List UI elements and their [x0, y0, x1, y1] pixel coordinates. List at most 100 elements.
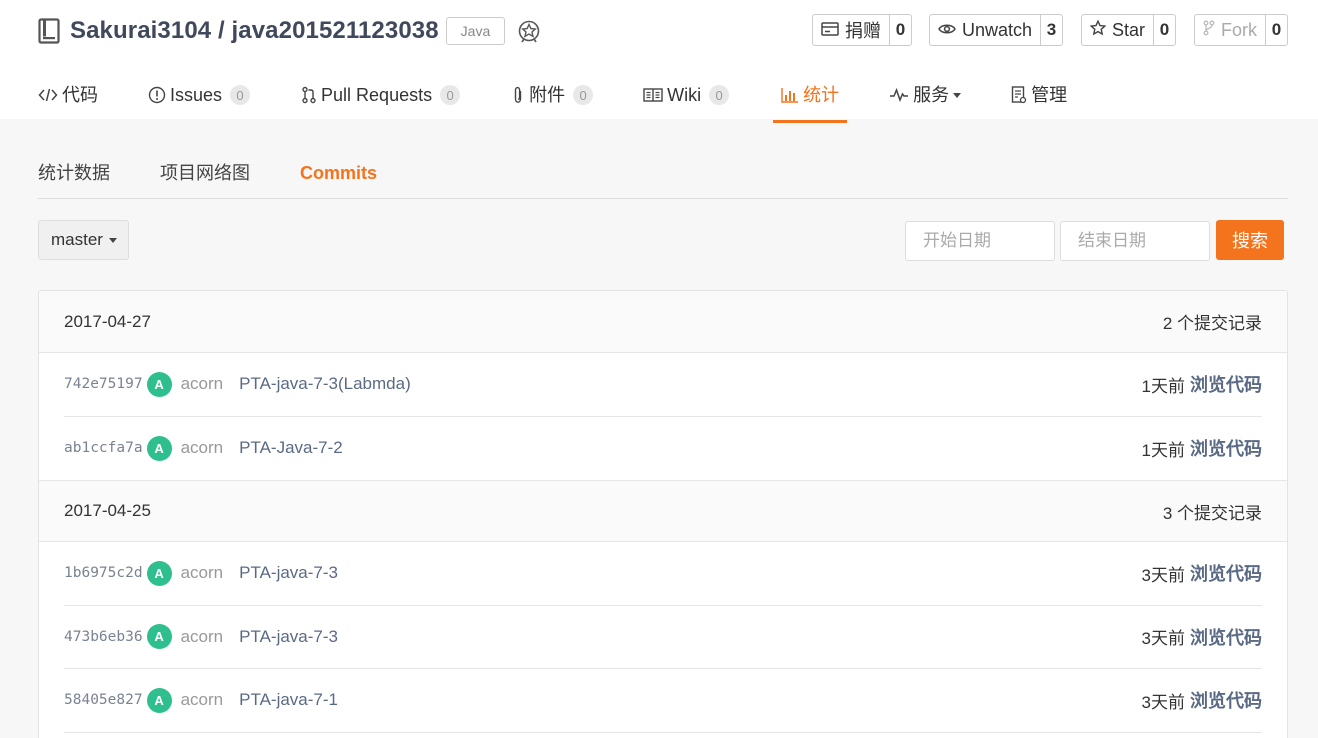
- tab-services-label: 服务: [913, 85, 950, 105]
- attachments-count-badge: 0: [573, 85, 594, 105]
- chevron-down-icon: [953, 93, 962, 98]
- tab-attachments[interactable]: 附件 0: [511, 74, 594, 123]
- commit-author-link[interactable]: acorn: [181, 690, 224, 710]
- commit-author-link[interactable]: acorn: [181, 627, 224, 647]
- tab-pull-requests[interactable]: Pull Requests 0: [301, 74, 461, 123]
- wiki-book-icon: [643, 84, 663, 106]
- commit-time: 3天前: [1141, 692, 1185, 712]
- commit-author-link[interactable]: acorn: [181, 438, 224, 458]
- fork-button[interactable]: Fork 0: [1194, 14, 1288, 46]
- browse-code-link[interactable]: 浏览代码: [1190, 560, 1262, 586]
- fork-icon: [1203, 20, 1215, 41]
- commit-sha-link[interactable]: ab1ccfa7a: [64, 440, 143, 456]
- pulse-icon: [889, 84, 909, 106]
- tab-manage[interactable]: 管理: [1011, 74, 1067, 123]
- commit-message-link[interactable]: PTA-Java-7-2: [239, 438, 343, 458]
- language-badge[interactable]: Java: [445, 17, 506, 45]
- watch-count[interactable]: 3: [1039, 15, 1062, 45]
- end-date-input[interactable]: [1060, 221, 1210, 261]
- unwatch-button[interactable]: Unwatch 3: [928, 14, 1063, 46]
- commit-row: ab1ccfa7a A acorn PTA-Java-7-2 1天前 浏览代码: [64, 417, 1262, 481]
- tab-statistics[interactable]: 统计: [773, 74, 848, 123]
- issue-icon: [148, 84, 166, 106]
- commit-group-count: 2 个提交记录: [1162, 314, 1262, 333]
- subtab-stats-data[interactable]: 统计数据: [38, 160, 110, 198]
- fork-count[interactable]: 0: [1265, 15, 1287, 45]
- repo-header: Sakurai3104 / java201521123038 Java 捐赠 0…: [0, 0, 1318, 123]
- commit-group-date: 2017-04-25: [64, 501, 151, 520]
- code-icon: [38, 84, 58, 106]
- donate-button[interactable]: 捐赠 0: [811, 14, 912, 46]
- commit-message-link[interactable]: PTA-java-7-3(Labmda): [239, 374, 411, 394]
- browse-code-link[interactable]: 浏览代码: [1190, 435, 1262, 461]
- browse-code-link[interactable]: 浏览代码: [1190, 371, 1262, 397]
- commit-row: 1b6975c2d A acorn PTA-java-7-3 3天前 浏览代码: [64, 542, 1262, 606]
- issues-count-badge: 0: [230, 85, 251, 105]
- tab-services[interactable]: 服务: [889, 74, 962, 123]
- commit-row: 58405e827 A acorn PTA-java-7-1 3天前 浏览代码: [64, 669, 1262, 733]
- tab-pull-requests-label: Pull Requests: [321, 85, 433, 105]
- browse-code-link[interactable]: 浏览代码: [1190, 624, 1262, 650]
- eye-icon: [938, 20, 956, 41]
- star-icon: [1089, 19, 1107, 41]
- repo-name-link[interactable]: Sakurai3104 / java201521123038: [70, 17, 439, 45]
- donate-label: 捐赠: [844, 21, 881, 41]
- browse-code-link[interactable]: 浏览代码: [1190, 687, 1262, 713]
- commit-time: 1天前: [1141, 440, 1185, 460]
- repo-actions: 捐赠 0 Unwatch 3 Star 0 Fork 0: [811, 14, 1288, 46]
- commit-time: 3天前: [1141, 565, 1185, 585]
- commit-author-link[interactable]: acorn: [181, 563, 224, 583]
- subtab-network-graph[interactable]: 项目网络图: [160, 160, 250, 198]
- bar-chart-icon: [781, 84, 799, 106]
- star-label: Star: [1111, 19, 1145, 40]
- star-button[interactable]: Star 0: [1080, 14, 1176, 46]
- avatar[interactable]: A: [146, 624, 172, 650]
- commit-author-link[interactable]: acorn: [181, 374, 224, 394]
- statistics-subtabs: 统计数据 项目网络图 Commits: [38, 160, 1288, 199]
- search-button[interactable]: 搜索: [1216, 220, 1284, 260]
- donate-count[interactable]: 0: [888, 15, 911, 45]
- tab-wiki-label: Wiki: [667, 85, 702, 105]
- commit-row: 473b6eb36 A acorn PTA-java-7-3 3天前 浏览代码: [64, 606, 1262, 669]
- commits-list: 2017-04-27 2 个提交记录 742e75197 A acorn PTA…: [38, 290, 1288, 738]
- tab-wiki[interactable]: Wiki 0: [643, 74, 730, 123]
- commit-sha-link[interactable]: 58405e827: [64, 692, 143, 708]
- tab-statistics-label: 统计: [803, 85, 840, 105]
- branch-name: master: [51, 230, 103, 249]
- star-count[interactable]: 0: [1153, 15, 1175, 45]
- commit-message-link[interactable]: PTA-java-7-3: [239, 563, 338, 583]
- tab-code[interactable]: 代码: [38, 74, 98, 123]
- commit-message-link[interactable]: PTA-java-7-3: [239, 627, 338, 647]
- tab-attachments-label: 附件: [529, 85, 566, 105]
- repo-title-bar: Sakurai3104 / java201521123038 Java: [38, 14, 543, 48]
- avatar[interactable]: A: [146, 435, 172, 461]
- tab-issues-label: Issues: [170, 85, 223, 105]
- paperclip-icon: [511, 84, 525, 106]
- commit-time: 3天前: [1141, 629, 1185, 649]
- unwatch-label: Unwatch: [961, 19, 1032, 40]
- recommend-medal-icon[interactable]: [517, 18, 543, 44]
- avatar[interactable]: A: [146, 560, 172, 586]
- pulls-count-badge: 0: [440, 85, 461, 105]
- commit-group-count: 3 个提交记录: [1162, 503, 1262, 523]
- fork-label: Fork: [1221, 19, 1257, 40]
- avatar[interactable]: A: [146, 687, 172, 713]
- commit-sha-link[interactable]: 473b6eb36: [64, 629, 143, 645]
- commit-sha-link[interactable]: 742e75197: [64, 376, 143, 392]
- chevron-down-icon: [108, 237, 117, 243]
- donate-icon: [821, 20, 839, 41]
- tab-code-label: 代码: [62, 85, 98, 105]
- wiki-count-badge: 0: [709, 85, 730, 105]
- repo-nav: 代码 Issues 0 Pull Requests 0 附件 0 Wiki 0 …: [38, 74, 1067, 123]
- avatar[interactable]: A: [146, 371, 172, 397]
- tab-manage-label: 管理: [1031, 85, 1068, 105]
- commit-message-link[interactable]: PTA-java-7-1: [239, 690, 338, 710]
- tab-issues[interactable]: Issues 0: [148, 74, 251, 123]
- commit-group-header: 2017-04-25 3 个提交记录: [39, 480, 1287, 542]
- commit-sha-link[interactable]: 1b6975c2d: [64, 565, 143, 581]
- subtab-commits[interactable]: Commits: [300, 160, 377, 198]
- start-date-input[interactable]: [905, 221, 1055, 261]
- commit-group-header: 2017-04-27 2 个提交记录: [39, 291, 1287, 353]
- branch-selector[interactable]: master: [38, 220, 129, 260]
- commit-row: 742e75197 A acorn PTA-java-7-3(Labmda) 1…: [64, 353, 1262, 417]
